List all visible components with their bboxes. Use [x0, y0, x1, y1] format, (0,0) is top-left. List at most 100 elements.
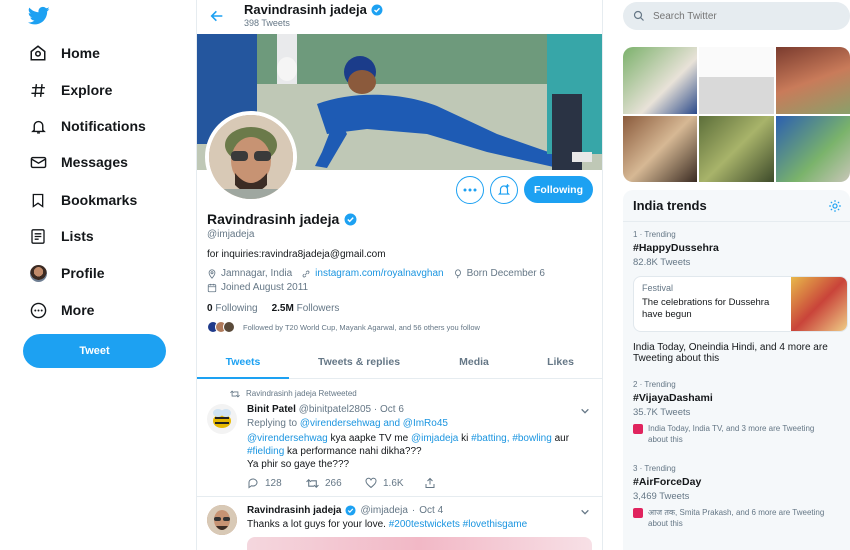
avatar[interactable]	[207, 505, 237, 535]
nav-label: Messages	[61, 154, 128, 170]
nav-home[interactable]: Home	[28, 39, 100, 67]
nav-more[interactable]: More	[28, 296, 94, 324]
trend-count: 35.7K Tweets	[633, 407, 691, 418]
followed-by[interactable]: Followed by T20 World Cup, Mayank Agarwa…	[207, 321, 480, 333]
media-thumbnail[interactable]	[623, 115, 698, 182]
tweet-item[interactable]: Ravindrasinh jadeja @imjadeja · Oct 4 Th…	[197, 497, 602, 550]
retweet-note: Ravindrasinh jadeja Retweeted	[230, 389, 357, 398]
notifications-bell-button[interactable]	[490, 176, 518, 204]
profile-avatar[interactable]	[205, 111, 297, 203]
trend-rank: 1 · Trending	[633, 230, 676, 239]
follow-stats: 0 Following 2.5M Followers	[207, 303, 339, 314]
mention-link[interactable]: @virendersehwag	[247, 433, 328, 444]
tab-tweets[interactable]: Tweets	[197, 345, 289, 379]
twitter-profile-page: Home Explore Notifications Messages Book…	[0, 0, 850, 550]
avatar	[223, 321, 235, 333]
trend-context: India Today, Oneindia Hindi, and 4 more …	[633, 342, 838, 364]
envelope-icon	[28, 152, 48, 172]
settings-gear-icon[interactable]	[828, 199, 842, 213]
profile-name-text: Ravindrasinh jadeja	[207, 211, 340, 227]
avatar[interactable]	[207, 404, 237, 434]
trend-rank: 3 · Trending	[633, 464, 676, 473]
event-image	[791, 277, 847, 331]
search-box[interactable]	[623, 2, 850, 30]
tweet-date[interactable]: Oct 4	[419, 505, 443, 516]
media-thumbnail[interactable]	[699, 115, 774, 182]
nav-notifications[interactable]: Notifications	[28, 112, 146, 140]
nav-label: Bookmarks	[61, 192, 138, 208]
profile-media-grid	[623, 47, 850, 182]
tweet-text-part: Thanks a lot guys for your love.	[247, 519, 386, 530]
profile-bio: for inquiries:ravindra8jadeja@gmail.com	[207, 249, 386, 260]
mention-link[interactable]: @imjadeja	[411, 433, 458, 444]
media-thumbnail[interactable]	[775, 115, 850, 182]
chevron-down-icon[interactable]	[580, 406, 590, 416]
hashtag-link[interactable]: #bowling	[512, 433, 551, 444]
media-thumbnail[interactable]	[775, 47, 850, 114]
tweet-date[interactable]: Oct 6	[380, 404, 404, 415]
nav-explore[interactable]: Explore	[28, 76, 112, 104]
tweet-text-part: kya aapke TV me	[330, 433, 409, 444]
trend-item[interactable]: 2 · Trending #VijayaDashami 35.7K Tweets…	[633, 380, 833, 445]
tab-media[interactable]: Media	[429, 345, 519, 378]
trend-context-text: India Today, India TV, and 3 more are Tw…	[648, 424, 815, 444]
avatar	[28, 263, 48, 283]
following-button[interactable]: Following	[524, 176, 593, 203]
right-sidebar: India trends 1 · Trending #HappyDussehra…	[603, 0, 850, 550]
nav-profile[interactable]: Profile	[28, 259, 105, 287]
reply-count: 128	[265, 477, 282, 489]
search-input[interactable]	[653, 10, 833, 22]
search-icon	[633, 10, 644, 21]
trend-event-card[interactable]: Festival The celebrations for Dussehra h…	[633, 276, 848, 332]
media-thumbnail[interactable]	[699, 47, 774, 114]
tweet-button[interactable]: Tweet	[23, 334, 166, 368]
profile-handle: @imjadeja	[207, 229, 255, 240]
trend-item[interactable]: 1 · Trending #HappyDussehra 82.8K Tweets	[633, 230, 719, 268]
joined-item: Joined August 2011	[207, 282, 308, 293]
nav-bookmarks[interactable]: Bookmarks	[28, 186, 137, 214]
location-pin-icon	[208, 268, 216, 279]
news-icon	[633, 508, 643, 518]
tweet-author-name[interactable]: Binit Patel	[247, 404, 296, 415]
tab-likes[interactable]: Likes	[519, 345, 602, 378]
trend-context-text: आज तक, Smita Prakash, and 6 more are Twe…	[648, 508, 825, 528]
location-text: Jamnagar, India	[221, 268, 293, 279]
hashtag-link[interactable]: #200testwickets #lovethisgame	[389, 519, 527, 530]
retweet-button[interactable]: 266	[306, 477, 365, 489]
nav-messages[interactable]: Messages	[28, 148, 128, 176]
following-count: 0	[207, 303, 213, 314]
reply-button[interactable]: 128	[247, 477, 306, 489]
left-navigation: Home Explore Notifications Messages Book…	[0, 0, 196, 550]
tab-tweets-replies[interactable]: Tweets & replies	[289, 345, 429, 378]
following-label: Following	[215, 303, 258, 314]
tweet-text-part: Ya phir so gaye the???	[247, 459, 350, 470]
tweet-author-handle: @imjadeja	[360, 505, 408, 516]
hashtag-link[interactable]: #batting,	[471, 433, 509, 444]
following-link[interactable]: 0 Following	[207, 303, 258, 314]
media-thumbnail[interactable]	[623, 47, 698, 114]
reply-icon	[248, 478, 258, 489]
tweet-item[interactable]: Ravindrasinh jadeja Retweeted Binit Pate…	[197, 380, 602, 497]
hashtag-link[interactable]: #fielding	[247, 446, 284, 457]
trend-item[interactable]: 3 · Trending #AirForceDay 3,469 Tweets आ…	[633, 464, 833, 529]
like-button[interactable]: 1.6K	[365, 477, 424, 489]
more-options-button[interactable]	[456, 176, 484, 204]
trend-rank: 2 · Trending	[633, 380, 676, 389]
reply-to-link[interactable]: @virendersehwag and @ImRo45	[300, 418, 448, 429]
nav-lists[interactable]: Lists	[28, 222, 94, 250]
tweet-media-image[interactable]	[247, 537, 592, 550]
retweet-note-text: Ravindrasinh jadeja Retweeted	[246, 389, 357, 398]
tweet-count: 398 Tweets	[244, 18, 290, 28]
birthday-text: Born December 6	[466, 268, 545, 279]
followed-by-text: Followed by T20 World Cup, Mayank Agarwa…	[243, 322, 480, 332]
tweet-author-name[interactable]: Ravindrasinh jadeja	[247, 505, 341, 516]
calendar-icon	[207, 283, 217, 292]
profile-column: Ravindrasinh jadeja 398 Tweets Following	[196, 0, 603, 550]
back-arrow-icon[interactable]	[209, 8, 225, 24]
website-link[interactable]: instagram.com/royalnavghan	[315, 268, 443, 279]
share-button[interactable]	[424, 477, 483, 489]
followers-link[interactable]: 2.5M Followers	[272, 303, 340, 314]
chevron-down-icon[interactable]	[580, 507, 590, 517]
twitter-logo-icon[interactable]	[28, 6, 50, 26]
profile-tabs: Tweets Tweets & replies Media Likes	[197, 345, 602, 379]
